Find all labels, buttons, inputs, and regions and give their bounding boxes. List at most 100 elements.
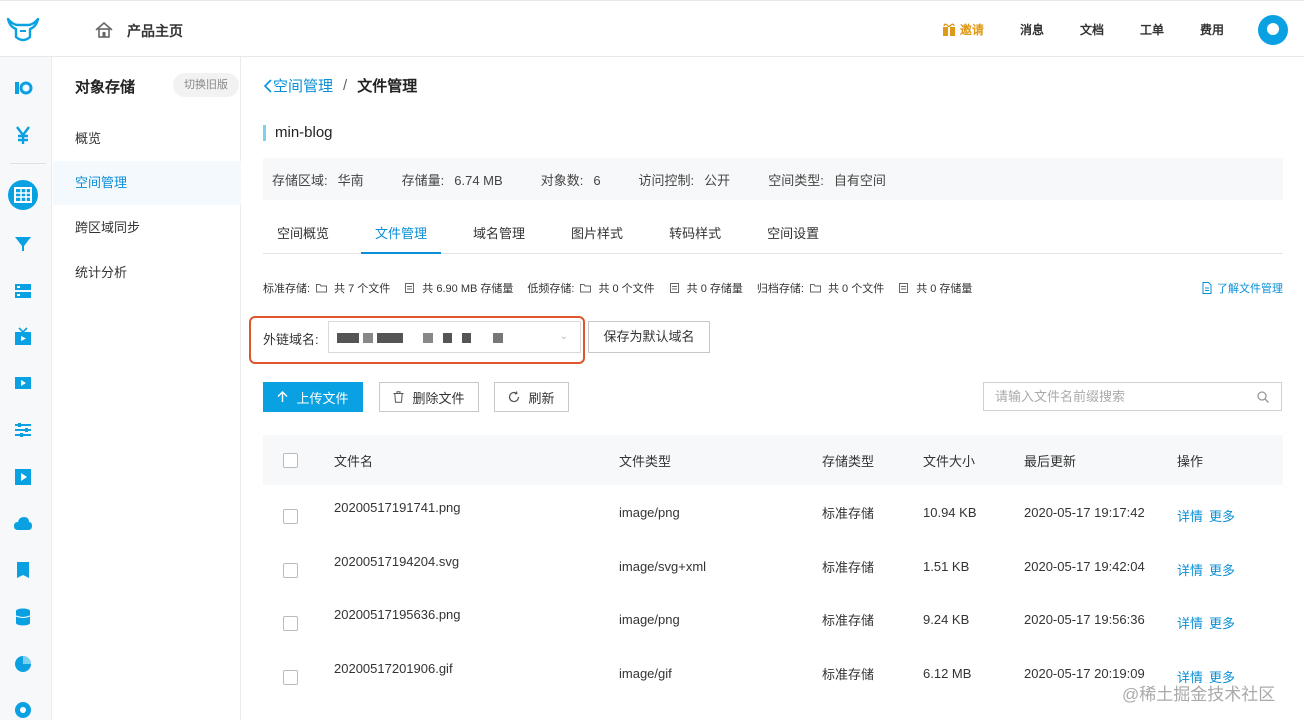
home-title[interactable]: 产品主页 xyxy=(127,21,183,41)
sidebar-item-cross-region-sync[interactable]: 跨区域同步 xyxy=(53,206,241,250)
sidebar-title: 对象存储 xyxy=(75,79,136,96)
sidebar-item-bucket-management[interactable]: 空间管理 xyxy=(53,161,241,205)
info-type-label: 空间类型: xyxy=(768,172,824,188)
tab-image-style[interactable]: 图片样式 xyxy=(557,214,637,254)
info-access-value: 公开 xyxy=(704,172,731,188)
header-file-type[interactable]: 文件类型 xyxy=(619,435,671,485)
compass-icon[interactable] xyxy=(13,700,33,720)
breadcrumb-current: 文件管理 xyxy=(357,78,418,95)
table-row: 20200517194204.svg image/svg+xml 标准存储 1.… xyxy=(263,539,1283,593)
folder-icon xyxy=(809,284,821,293)
learn-file-management-link[interactable]: 了解文件管理 xyxy=(1202,280,1283,296)
tab-transcode-style[interactable]: 转码样式 xyxy=(655,214,735,254)
detail-link[interactable]: 详情 xyxy=(1177,560,1203,579)
tab-bucket-settings[interactable]: 空间设置 xyxy=(753,214,833,254)
file-search-input[interactable] xyxy=(984,383,1244,410)
arrow-up-icon xyxy=(277,391,288,402)
tickets-link[interactable]: 工单 xyxy=(1140,21,1164,38)
header-checkbox-cell xyxy=(283,435,298,485)
server-icon[interactable] xyxy=(13,281,33,301)
file-type: image/png xyxy=(619,505,680,521)
more-link[interactable]: 更多 xyxy=(1209,560,1235,579)
watermark: @稀土掘金技术社区 xyxy=(1122,685,1276,704)
kodo-icon[interactable] xyxy=(13,78,33,98)
storage-sidebar: 对象存储 切换旧版 概览 空间管理 跨区域同步 统计分析 xyxy=(53,57,241,720)
row-checkbox[interactable] xyxy=(283,562,298,578)
video-icon[interactable] xyxy=(13,373,33,393)
sidebar-divider xyxy=(10,163,46,164)
archive-size: 共 0 存储量 xyxy=(898,280,972,296)
info-region-value: 华南 xyxy=(337,172,364,188)
chevron-down-icon: ⌄ xyxy=(559,331,568,342)
last-updated: 2020-05-17 19:56:36 xyxy=(1024,612,1145,628)
more-link[interactable]: 更多 xyxy=(1209,506,1235,525)
billing-link[interactable]: 费用 xyxy=(1200,21,1224,38)
storage-type: 标准存储 xyxy=(822,666,875,682)
low-freq-storage-label: 低频存储: xyxy=(527,283,575,295)
home-icon[interactable] xyxy=(95,22,113,38)
sidebar-item-overview[interactable]: 概览 xyxy=(53,117,241,161)
info-size-label: 存储量: xyxy=(401,172,445,188)
row-checkbox[interactable] xyxy=(283,509,298,525)
brand-logo[interactable] xyxy=(6,17,40,43)
file-name: 20200517195636.png xyxy=(334,607,461,622)
detail-link[interactable]: 详情 xyxy=(1177,613,1203,632)
database-icon[interactable] xyxy=(13,607,33,627)
info-type-value: 自有空间 xyxy=(833,172,886,188)
product-icon-sidebar xyxy=(0,57,52,720)
more-link[interactable]: 更多 xyxy=(1209,613,1235,632)
refresh-button[interactable]: 刷新 xyxy=(494,382,569,412)
low-freq-files: 共 0 个文件 xyxy=(580,280,655,296)
breadcrumb: 空间管理 / 文件管理 xyxy=(263,75,417,96)
book-icon[interactable] xyxy=(13,560,33,580)
info-region: 存储区域: 华南 xyxy=(272,170,364,189)
messages-link[interactable]: 消息 xyxy=(1020,21,1044,38)
switch-old-version-button[interactable]: 切换旧版 xyxy=(173,73,239,97)
file-size: 6.12 MB xyxy=(923,665,972,681)
detail-link[interactable]: 详情 xyxy=(1177,506,1203,525)
sidebar-item-statistics[interactable]: 统计分析 xyxy=(53,251,241,295)
bucket-tabs: 空间概览 文件管理 域名管理 图片样式 转码样式 空间设置 xyxy=(263,214,1283,254)
file-size: 9.24 KB xyxy=(923,612,970,628)
yen-icon[interactable] xyxy=(13,125,33,145)
cdn-funnel-icon[interactable] xyxy=(13,233,33,253)
live-tv-icon[interactable] xyxy=(13,327,33,347)
info-size-value: 6.74 MB xyxy=(454,172,503,188)
storage-volume-icon xyxy=(899,283,909,293)
upload-file-label: 上传文件 xyxy=(296,390,349,406)
standard-files-count: 共 7 个文件 xyxy=(334,283,391,295)
header-actions: 操作 xyxy=(1177,453,1204,469)
invite-link[interactable]: 邀请 xyxy=(942,21,984,38)
standard-size: 共 6.90 MB 存储量 xyxy=(404,280,513,296)
archive-files-count: 共 0 个文件 xyxy=(827,283,885,295)
breadcrumb-back-link[interactable]: 空间管理 xyxy=(263,75,333,96)
select-all-checkbox[interactable] xyxy=(283,452,298,468)
row-checkbox[interactable] xyxy=(283,616,298,632)
upload-file-button[interactable]: 上传文件 xyxy=(263,382,363,412)
header-file-name[interactable]: 文件名 xyxy=(334,435,373,485)
header-last-updated[interactable]: 最后更新 xyxy=(1024,435,1076,485)
tab-domain-management[interactable]: 域名管理 xyxy=(459,214,539,254)
top-nav: 邀请 消息 文档 工单 费用 xyxy=(906,1,1304,58)
domain-select[interactable]: ⌄ xyxy=(328,321,581,353)
storage-volume-icon xyxy=(405,283,415,293)
header-storage-type[interactable]: 存储类型 xyxy=(822,435,874,485)
pie-chart-icon[interactable] xyxy=(13,654,33,674)
info-type: 空间类型: 自有空间 xyxy=(768,170,886,189)
tab-overview[interactable]: 空间概览 xyxy=(263,214,343,254)
cloud-icon[interactable] xyxy=(13,514,33,534)
delete-file-button[interactable]: 删除文件 xyxy=(379,382,479,412)
save-default-domain-button[interactable]: 保存为默认域名 xyxy=(588,321,710,353)
info-size: 存储量: 6.74 MB xyxy=(402,170,503,189)
docs-link[interactable]: 文档 xyxy=(1080,21,1104,38)
row-checkbox[interactable] xyxy=(283,669,298,685)
file-type: image/svg+xml xyxy=(619,558,707,574)
tab-file-management[interactable]: 文件管理 xyxy=(361,214,442,254)
header-file-size[interactable]: 文件大小 xyxy=(923,435,975,485)
storage-grid-icon[interactable] xyxy=(13,185,33,205)
avatar[interactable] xyxy=(1258,14,1288,45)
sliders-icon[interactable] xyxy=(13,420,33,440)
media-play-icon[interactable] xyxy=(13,467,33,487)
search-icon[interactable] xyxy=(1257,391,1269,403)
row-actions: 详情 更多 xyxy=(1177,539,1241,593)
